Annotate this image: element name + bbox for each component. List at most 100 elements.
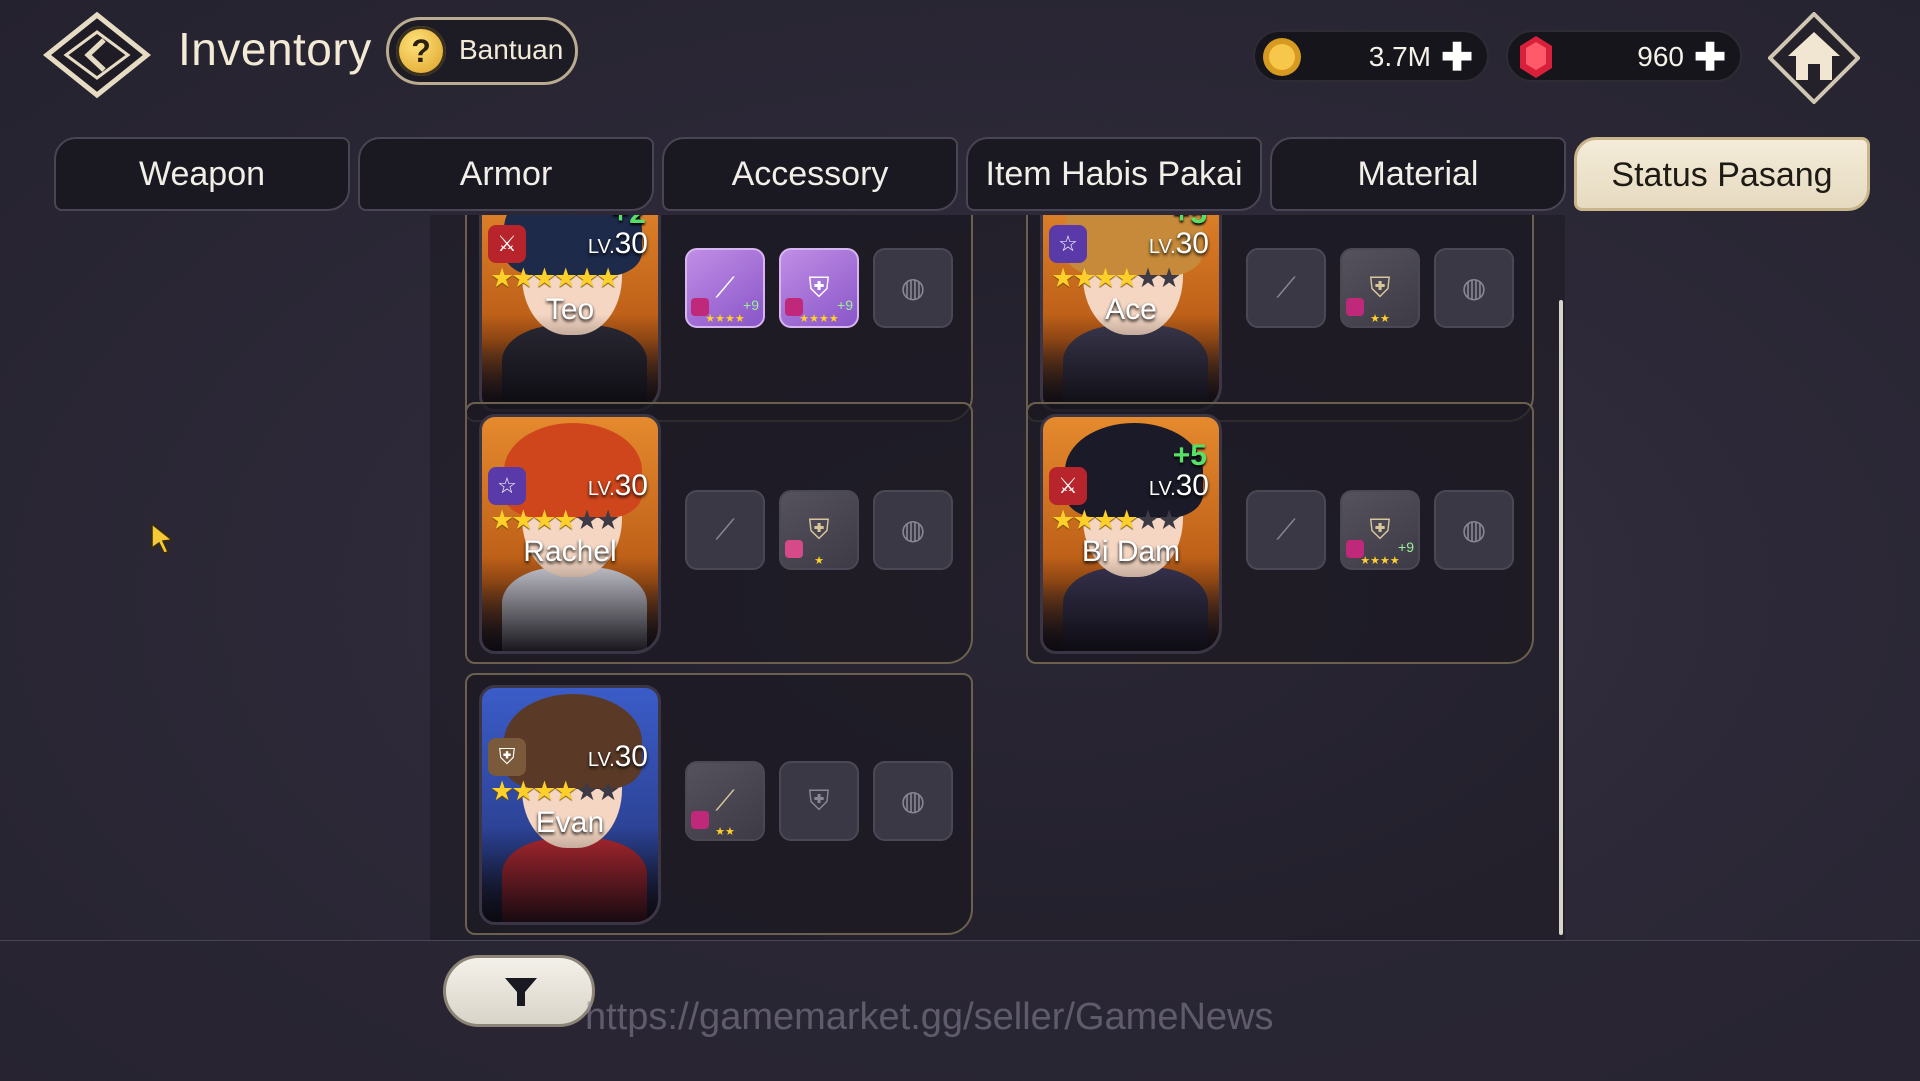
tab-armor[interactable]: Armor xyxy=(358,137,654,211)
weapon-slot[interactable]: ⟋ xyxy=(1246,248,1326,328)
star-icon: ☆ xyxy=(1049,225,1087,263)
accessory-slot[interactable]: ◍ xyxy=(873,248,953,328)
character-card: ☆+5LV.30★★★★★★Ace ⟋ ⛨ ★★ ◍ xyxy=(1026,215,1534,422)
weapon-icon: ⟋ xyxy=(715,272,735,303)
accessory-icon: ◍ xyxy=(1461,272,1487,303)
character-name: Teo xyxy=(545,293,595,326)
level-label: LV.30 xyxy=(588,227,648,261)
character-name: Rachel xyxy=(523,535,617,568)
tab-material[interactable]: Material xyxy=(1270,137,1566,211)
add-gem-button[interactable]: ✚ xyxy=(1694,35,1726,80)
level-value: 30 xyxy=(1175,469,1209,502)
armor-slot[interactable]: ⛨ ★★ xyxy=(1340,248,1420,328)
accessory-slot[interactable]: ◍ xyxy=(873,490,953,570)
level-prefix: LV. xyxy=(587,749,615,771)
character-card: ⛨ LV.30 ★★★★★★ Evan ⟋ ★★ ⛨ ◍ xyxy=(465,673,973,935)
portrait-shade xyxy=(1043,314,1219,409)
star-rating: ★★★★★★ xyxy=(490,263,620,293)
level-value: 30 xyxy=(614,469,648,502)
character-portrait[interactable]: ☆ LV.30 ★★★★★★ Rachel xyxy=(479,414,661,654)
level-prefix: LV. xyxy=(1148,478,1176,500)
level-prefix: LV. xyxy=(1148,236,1176,258)
enhance-bonus: +5 xyxy=(1172,439,1207,472)
item-stars: ★ xyxy=(814,555,824,567)
item-stars: ★★ xyxy=(715,826,735,838)
level-value: 30 xyxy=(614,740,648,773)
weapon-icon: ⟋ xyxy=(1276,272,1296,303)
gem-amount: 960 xyxy=(1637,41,1684,72)
item-stars: ★★★★ xyxy=(1360,555,1400,567)
portrait-shade xyxy=(482,827,658,922)
tab-accessory[interactable]: Accessory xyxy=(662,137,958,211)
accessory-slot[interactable]: ◍ xyxy=(1434,490,1514,570)
character-card: ⚔+2LV.30★★★★★★Teo⟋+9★★★★⛨+9★★★★◍ xyxy=(465,215,973,422)
add-gold-button[interactable]: ✚ xyxy=(1441,35,1473,80)
level-prefix: LV. xyxy=(587,236,615,258)
armor-slot[interactable]: ⛨ xyxy=(779,761,859,841)
sword-icon: ⚔ xyxy=(488,225,526,263)
home-button[interactable] xyxy=(1768,12,1860,104)
level-value: 30 xyxy=(614,227,648,260)
weapon-icon: ⟋ xyxy=(1276,514,1296,545)
accessory-icon: ◍ xyxy=(900,514,926,545)
level-label: LV.30 xyxy=(1149,469,1209,503)
weapon-slot[interactable]: ⟋ +9 ★★★★ xyxy=(685,248,765,328)
level-label: LV.30 xyxy=(588,740,648,774)
page-title: Inventory xyxy=(178,23,372,75)
item-enhance: +9 xyxy=(837,297,853,313)
filter-icon xyxy=(505,978,537,1006)
weapon-slot[interactable]: ⟋ xyxy=(685,490,765,570)
sword-icon: ⚔ xyxy=(1049,467,1087,505)
equipment-list: ⚔+2LV.30★★★★★★Teo⟋+9★★★★⛨+9★★★★◍☆+5LV.30… xyxy=(430,215,1565,940)
accessory-icon: ◍ xyxy=(900,272,926,303)
level-label: LV.30 xyxy=(1149,227,1209,261)
help-button[interactable]: ? Bantuan xyxy=(386,17,578,85)
accessory-slot[interactable]: ◍ xyxy=(873,761,953,841)
armor-icon: ⛨ xyxy=(808,785,830,816)
armor-icon: ⛨ xyxy=(1369,514,1391,545)
shield-icon: ⛨ xyxy=(488,738,526,776)
character-portrait[interactable]: ⛨ LV.30 ★★★★★★ Evan xyxy=(479,685,661,925)
armor-icon: ⛨ xyxy=(808,272,830,303)
star-rating: ★★★★★★ xyxy=(1051,263,1181,293)
level-prefix: LV. xyxy=(587,478,615,500)
character-portrait[interactable]: ⚔+2LV.30★★★★★★Teo xyxy=(479,215,661,412)
tab-weapon[interactable]: Weapon xyxy=(54,137,350,211)
accessory-icon: ◍ xyxy=(900,785,926,816)
tab-item-habis-pakai[interactable]: Item Habis Pakai xyxy=(966,137,1262,211)
portrait-shade xyxy=(482,314,658,409)
armor-slot[interactable]: ⛨ +9 ★★★★ xyxy=(1340,490,1420,570)
portrait-shade xyxy=(1043,556,1219,651)
character-name: Ace xyxy=(1105,293,1157,326)
help-icon: ? xyxy=(396,26,446,76)
scrollbar[interactable] xyxy=(1559,300,1563,935)
weapon-slot[interactable]: ⟋ ★★ xyxy=(685,761,765,841)
watermark-text: https://gamemarket.gg/seller/GameNews xyxy=(585,996,1274,1038)
filter-button[interactable] xyxy=(443,955,595,1027)
character-portrait[interactable]: ⚔ +5 LV.30 ★★★★★★ Bi Dam xyxy=(1040,414,1222,654)
level-value: 30 xyxy=(1175,227,1209,260)
item-stars: ★★★★ xyxy=(799,313,839,325)
help-label: Bantuan xyxy=(459,34,564,65)
tab-status-pasang[interactable]: Status Pasang xyxy=(1574,137,1870,211)
character-name: Bi Dam xyxy=(1081,535,1181,568)
item-stars: ★★ xyxy=(1370,313,1390,325)
armor-icon: ⛨ xyxy=(1369,272,1391,303)
armor-slot[interactable]: ⛨ +9 ★★★★ xyxy=(779,248,859,328)
star-rating: ★★★★★★ xyxy=(490,776,620,806)
level-label: LV.30 xyxy=(588,469,648,503)
mouse-cursor-icon xyxy=(151,522,174,554)
character-card: ⚔ +5 LV.30 ★★★★★★ Bi Dam ⟋ ⛨ +9 ★★★★ ◍ xyxy=(1026,402,1534,664)
armor-slot[interactable]: ⛨ ★ xyxy=(779,490,859,570)
character-portrait[interactable]: ☆+5LV.30★★★★★★Ace xyxy=(1040,215,1222,412)
star-icon: ☆ xyxy=(488,467,526,505)
gold-amount: 3.7M xyxy=(1368,41,1431,72)
gem-currency: 960 ✚ xyxy=(1506,30,1742,82)
gold-coin-icon xyxy=(1263,38,1301,76)
item-stars: ★★★★ xyxy=(705,313,745,325)
star-rating: ★★★★★★ xyxy=(490,505,620,535)
weapon-slot[interactable]: ⟋ xyxy=(1246,490,1326,570)
portrait-shade xyxy=(482,556,658,651)
accessory-slot[interactable]: ◍ xyxy=(1434,248,1514,328)
back-button[interactable] xyxy=(42,10,152,100)
